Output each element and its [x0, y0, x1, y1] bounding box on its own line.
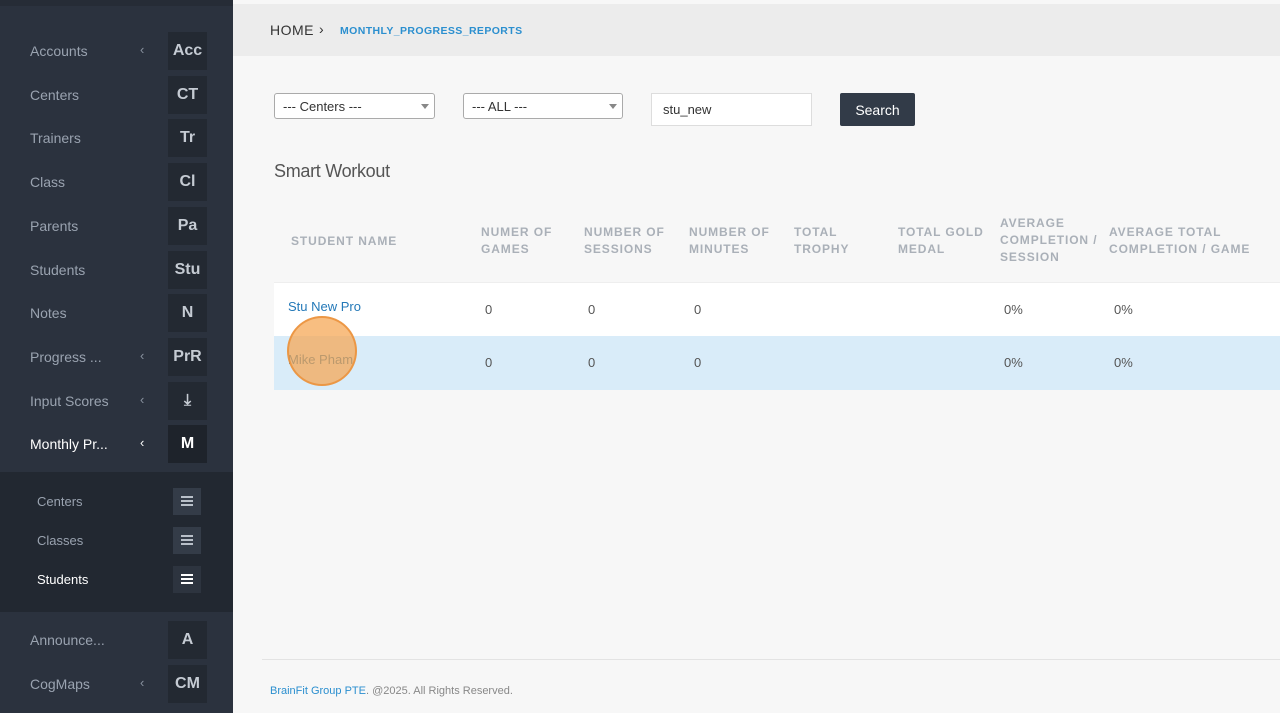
sidebar-item-label: Trainers	[30, 130, 81, 146]
sidebar-item-label: Progress ...	[30, 349, 102, 365]
submenu-item-label: Students	[37, 572, 89, 587]
breadcrumb-current: MONTHLY_PROGRESS_REPORTS	[340, 25, 523, 37]
sessions-cell: 0	[588, 355, 596, 370]
students-badge-icon: Stu	[168, 251, 207, 289]
chevron-left-icon: ‹	[140, 348, 145, 363]
dropdown-arrow-icon	[609, 104, 617, 109]
avg-game-cell: 0%	[1114, 302, 1133, 317]
section-title: Smart Workout	[274, 161, 390, 181]
class-badge-icon: Cl	[168, 163, 207, 201]
sidebar-item-trainers[interactable]: Trainers Tr	[0, 116, 233, 160]
hamburger-icon	[173, 566, 201, 593]
hamburger-icon	[173, 488, 201, 515]
monthly-badge-icon: M	[168, 425, 207, 463]
progress-badge-icon: PrR	[168, 338, 207, 376]
minutes-cell: 0	[694, 302, 702, 317]
sidebar: Accounts ‹ Acc Centers CT Trainers Tr Cl…	[0, 0, 233, 713]
breadcrumb: HOME › MONTHLY_PROGRESS_REPORTS	[233, 4, 1280, 56]
chevron-left-icon: ‹	[140, 42, 145, 57]
sidebar-item-label: CogMaps	[30, 676, 90, 692]
sidebar-item-label: Students	[30, 262, 86, 278]
search-button[interactable]: Search	[840, 93, 915, 126]
centers-badge-icon: CT	[168, 76, 207, 114]
footer-divider	[262, 659, 1280, 660]
submenu-item-students[interactable]: Students	[0, 561, 233, 600]
minutes-cell: 0	[694, 355, 702, 370]
download-icon: ⤓	[168, 382, 207, 420]
sidebar-item-label: Announce...	[30, 632, 105, 648]
student-name-link[interactable]: Stu New Pro	[288, 299, 361, 314]
hamburger-icon	[173, 527, 201, 554]
centers-select-value: --- Centers ---	[283, 99, 362, 114]
sidebar-item-notes[interactable]: Notes N	[0, 291, 233, 335]
sidebar-item-class[interactable]: Class Cl	[0, 160, 233, 204]
sidebar-item-label: Class	[30, 174, 66, 190]
sidebar-item-label: Accounts	[30, 43, 88, 59]
column-header-minutes[interactable]: NUMBER OF MINUTES	[689, 224, 779, 258]
breadcrumb-home-link[interactable]: HOME	[270, 22, 314, 38]
column-header-games[interactable]: NUMER OF GAMES	[481, 224, 561, 258]
games-cell: 0	[485, 355, 493, 370]
cogmaps-badge-icon: CM	[168, 665, 207, 703]
sidebar-item-label: Parents	[30, 218, 79, 234]
avg-session-cell: 0%	[1004, 355, 1023, 370]
column-header-avg-game[interactable]: AVERAGE TOTAL COMPLETION / GAME	[1109, 224, 1274, 258]
sidebar-item-monthly-progress[interactable]: Monthly Pr... ‹ M	[0, 422, 233, 466]
chevron-right-icon: ›	[319, 21, 324, 37]
sidebar-item-announcements[interactable]: Announce... A	[0, 618, 233, 662]
submenu-item-label: Centers	[37, 494, 83, 509]
submenu-item-label: Classes	[37, 533, 84, 548]
sidebar-item-centers[interactable]: Centers CT	[0, 73, 233, 117]
table-row[interactable]: Mike Pham 0 0 0 0% 0%	[274, 336, 1280, 390]
footer-rights: . @2025. All Rights Reserved.	[365, 685, 513, 697]
sidebar-item-input-scores[interactable]: Input Scores ‹ ⤓	[0, 379, 233, 423]
sidebar-item-label: Input Scores	[30, 393, 109, 409]
monthly-progress-submenu: Centers Classes Students	[0, 472, 233, 612]
chevron-left-icon: ‹	[140, 675, 145, 690]
column-header-gold-medal[interactable]: TOTAL GOLD MEDAL	[898, 224, 988, 258]
table-row[interactable]: Stu New Pro 0 0 0 0% 0%	[274, 282, 1280, 336]
sidebar-item-progress-reports[interactable]: Progress ... ‹ PrR	[0, 335, 233, 379]
dropdown-arrow-icon	[421, 104, 429, 109]
submenu-item-centers[interactable]: Centers	[0, 483, 233, 522]
submenu-item-classes[interactable]: Classes	[0, 522, 233, 561]
avg-game-cell: 0%	[1114, 355, 1133, 370]
avg-session-cell: 0%	[1004, 302, 1023, 317]
status-select-value: --- ALL ---	[472, 99, 528, 114]
sessions-cell: 0	[588, 302, 596, 317]
sidebar-item-label: Centers	[30, 87, 80, 103]
company-link[interactable]: BrainFit Group PTE	[270, 685, 366, 697]
column-header-sessions[interactable]: NUMBER OF SESSIONS	[584, 224, 674, 258]
sidebar-item-students[interactable]: Students Stu	[0, 248, 233, 292]
search-input[interactable]	[651, 93, 812, 126]
trainers-badge-icon: Tr	[168, 119, 207, 157]
sidebar-item-cogmaps[interactable]: CogMaps ‹ CM	[0, 662, 233, 706]
sidebar-item-accounts[interactable]: Accounts ‹ Acc	[0, 29, 233, 73]
status-select[interactable]: --- ALL ---	[463, 93, 623, 119]
games-cell: 0	[485, 302, 493, 317]
column-header-student-name[interactable]: STUDENT NAME	[291, 233, 397, 250]
chevron-left-icon: ‹	[140, 392, 145, 407]
sidebar-top-strip	[0, 0, 233, 6]
accounts-badge-icon: Acc	[168, 32, 207, 70]
column-header-avg-session[interactable]: AVERAGE COMPLETION / SESSION	[1000, 215, 1098, 266]
sidebar-item-parents[interactable]: Parents Pa	[0, 204, 233, 248]
parents-badge-icon: Pa	[168, 207, 207, 245]
sidebar-item-label: Notes	[30, 305, 67, 321]
footer: BrainFit Group PTE. @2025. All Rights Re…	[270, 685, 513, 697]
student-name-link[interactable]: Mike Pham	[288, 352, 353, 367]
sidebar-item-label: Monthly Pr...	[30, 436, 108, 452]
chevron-left-icon: ‹	[140, 435, 145, 450]
notes-badge-icon: N	[168, 294, 207, 332]
announcements-badge-icon: A	[168, 621, 207, 659]
centers-select[interactable]: --- Centers ---	[274, 93, 435, 119]
column-header-trophy[interactable]: TOTAL TROPHY	[794, 224, 864, 258]
